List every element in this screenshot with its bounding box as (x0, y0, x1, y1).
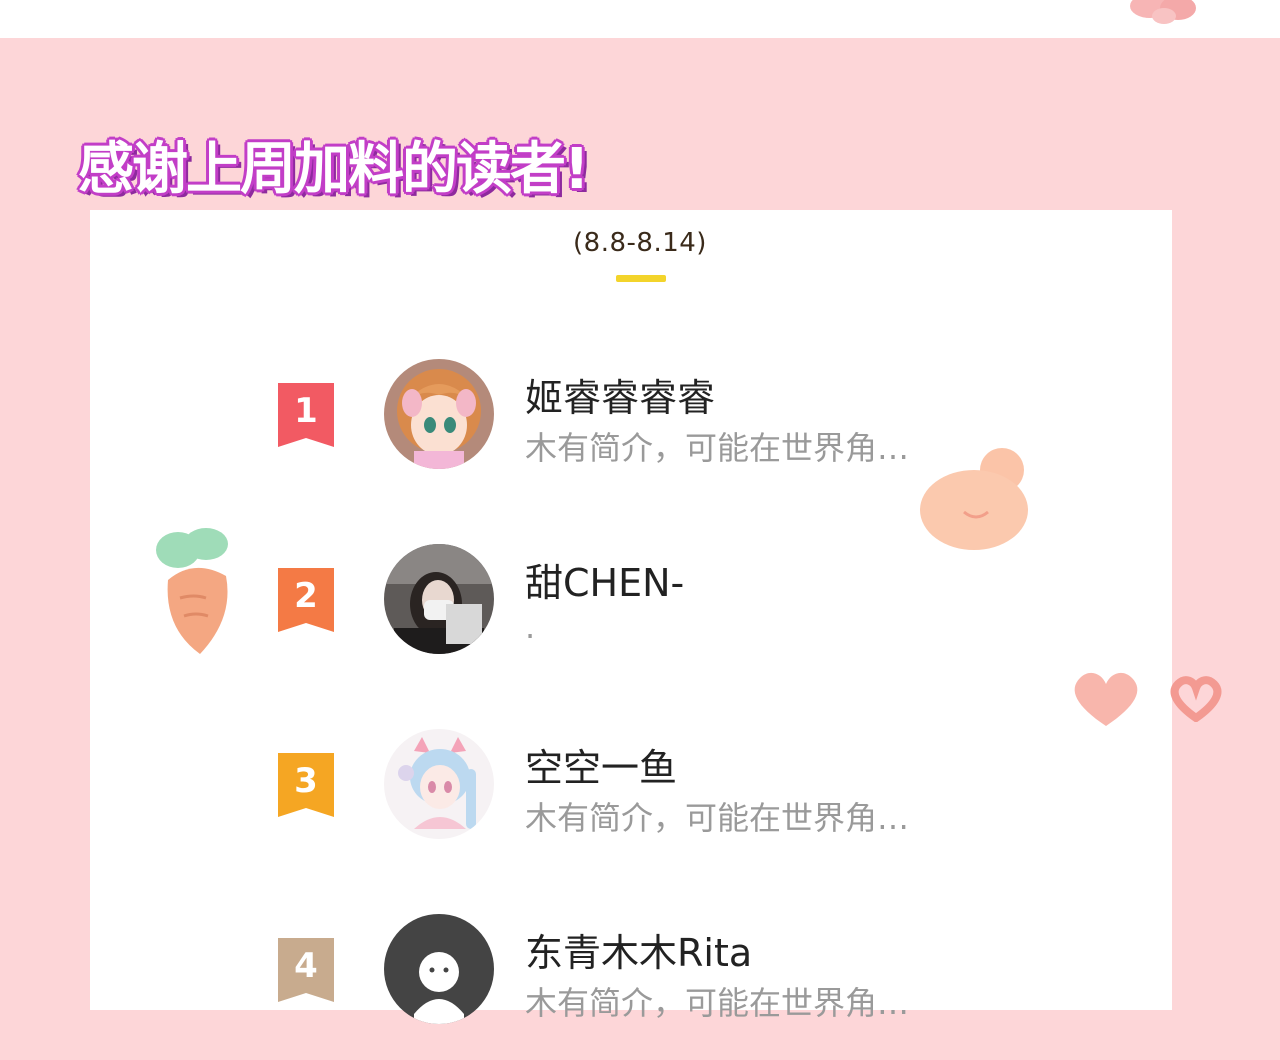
rank-number: 2 (294, 576, 318, 616)
anime-girl-avatar[interactable] (384, 359, 494, 469)
user-bio: 木有简介，可能在世界角… (525, 429, 910, 467)
tab-indicator (616, 275, 666, 282)
username[interactable]: 东青木木Rita (525, 922, 752, 977)
date-range-tab[interactable]: (8.8-8.14) (0, 228, 1280, 258)
list-item-rank-1[interactable]: 1 姬睿睿睿睿 木有简介，可能在世界角… (0, 355, 1280, 505)
rank-badge: 1 (278, 383, 334, 447)
small-heart-decoration (1170, 676, 1222, 722)
rank-number: 3 (294, 761, 318, 801)
anime-catgirl-avatar[interactable] (384, 729, 494, 839)
rank-number: 1 (294, 391, 318, 431)
rank-badge: 3 (278, 753, 334, 817)
top-white-strip (0, 0, 1280, 38)
photo-avatar[interactable] (384, 544, 494, 654)
default-ghost-avatar[interactable] (384, 914, 494, 1024)
bear-face-decoration (920, 448, 1028, 550)
rank-badge: 2 (278, 568, 334, 632)
rank-badge: 4 (278, 938, 334, 1002)
user-bio: 木有简介，可能在世界角… (525, 984, 910, 1022)
list-item-rank-4[interactable]: 4 东青木木Rita 木有简介，可能在世界角… (0, 910, 1280, 1060)
banner-title: 感谢上周加料的读者! (78, 137, 590, 202)
user-bio: 木有简介，可能在世界角… (525, 799, 910, 837)
rank-number: 4 (294, 946, 318, 986)
username[interactable]: 空空一鱼 (525, 737, 677, 792)
pink-flower-decoration (1130, 0, 1196, 24)
heart-decoration (1074, 672, 1138, 726)
username[interactable]: 甜CHEN- (525, 552, 684, 607)
user-bio: . (525, 608, 536, 646)
list-item-rank-3[interactable]: 3 空空一鱼 木有简介，可能在世界角… (0, 725, 1280, 875)
username[interactable]: 姬睿睿睿睿 (525, 367, 715, 422)
carrot-decoration (156, 528, 228, 654)
